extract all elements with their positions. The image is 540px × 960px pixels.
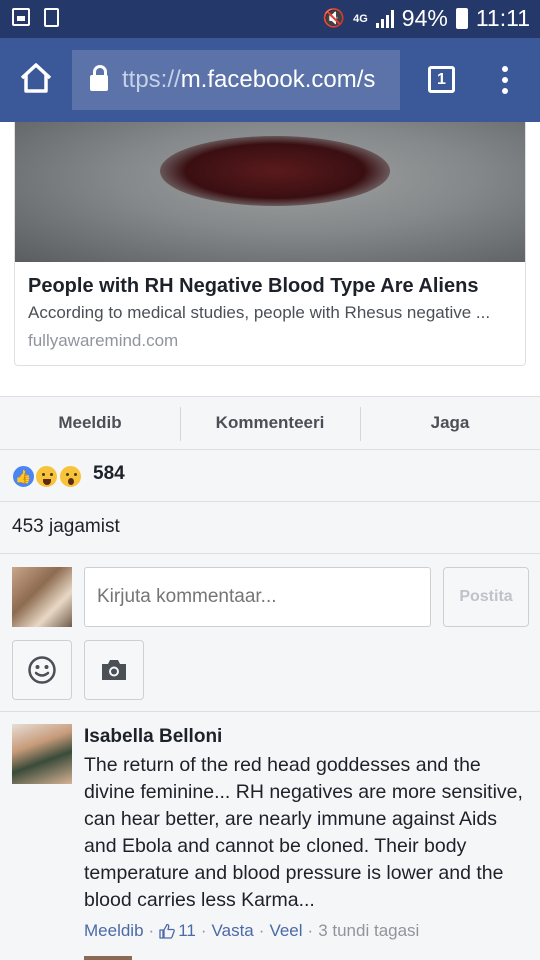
smiley-icon: [28, 656, 56, 684]
like-reaction-icon: 👍: [11, 464, 36, 489]
photo-button[interactable]: [84, 640, 144, 700]
post: People with RH Negative Blood Type Are A…: [0, 122, 540, 396]
mute-icon: 🔇: [322, 8, 346, 28]
signal-icon: [375, 9, 394, 28]
url-prefix: ttps://: [122, 66, 181, 93]
comment-author[interactable]: Isabella Belloni: [84, 726, 222, 748]
avatar[interactable]: [12, 724, 72, 784]
next-comment-avatar: [84, 956, 132, 960]
comment-meta: Meeldib · 11 · Vasta · Veel · 3 tundi ta…: [84, 921, 419, 941]
share-count[interactable]: 453 jagamist: [12, 516, 120, 538]
status-bar: 🔇 4G 94% 11:11: [0, 0, 540, 38]
system-status: 🔇 4G 94% 11:11: [323, 5, 530, 32]
notification-icons: [12, 8, 59, 27]
comment-input[interactable]: [84, 567, 431, 627]
wow-reaction-icon: [58, 464, 83, 489]
emoji-button[interactable]: [12, 640, 72, 700]
comment-like-link[interactable]: Meeldib: [84, 921, 144, 941]
url-host: m.facebook.com/s: [180, 66, 376, 93]
separator: ·: [258, 921, 265, 940]
tabs-icon[interactable]: 1: [428, 66, 455, 93]
post-actions: Meeldib Kommenteeri Jaga: [0, 396, 540, 450]
link-preview-card[interactable]: People with RH Negative Blood Type Are A…: [14, 122, 526, 366]
comment-like-count[interactable]: 11: [178, 921, 196, 941]
lock-icon: [90, 65, 108, 91]
separator: ·: [148, 921, 155, 940]
battery-percent: 94%: [401, 5, 448, 31]
like-button[interactable]: Meeldib: [0, 397, 180, 449]
comment-composer: Postita: [0, 554, 540, 712]
battery-icon: [455, 8, 468, 29]
reply-link[interactable]: Vasta: [212, 921, 254, 941]
link-description: According to medical studies, people wit…: [28, 303, 491, 322]
download-notification-icon: [44, 8, 59, 27]
thumbs-up-icon: [159, 923, 176, 939]
comment-text: The return of the red head goddesses and…: [84, 754, 523, 911]
haha-reaction-icon: [34, 464, 59, 489]
browser-toolbar: ttps://m.facebook.com/s 1: [0, 38, 540, 122]
comment-button[interactable]: Kommenteeri: [180, 397, 360, 449]
address-bar[interactable]: ttps://m.facebook.com/s: [72, 50, 400, 110]
link-title[interactable]: People with RH Negative Blood Type Are A…: [28, 275, 478, 298]
share-button[interactable]: Jaga: [360, 397, 540, 449]
camera-icon: [102, 660, 126, 680]
home-icon[interactable]: [18, 60, 54, 96]
post-comment-button[interactable]: Postita: [443, 567, 529, 627]
comment-time: 3 tundi tagasi: [318, 921, 420, 940]
shares-row[interactable]: 453 jagamist: [0, 502, 540, 554]
blood-drop-image: [160, 136, 390, 206]
reactions-summary[interactable]: 👍: [0, 450, 540, 502]
network-type: 4G: [353, 12, 368, 25]
avatar: [12, 567, 72, 627]
comment: Isabella Belloni The return of the red h…: [0, 712, 540, 960]
reaction-count[interactable]: 584: [93, 463, 125, 485]
more-link[interactable]: Veel: [269, 921, 302, 941]
link-domain: fullyawaremind.com: [28, 331, 179, 350]
overflow-menu-icon[interactable]: [499, 66, 511, 94]
separator: ·: [200, 921, 207, 940]
link-preview-image: [15, 122, 525, 262]
gallery-notification-icon: [12, 8, 30, 26]
separator: ·: [307, 921, 314, 940]
clock: 11:11: [475, 5, 530, 31]
